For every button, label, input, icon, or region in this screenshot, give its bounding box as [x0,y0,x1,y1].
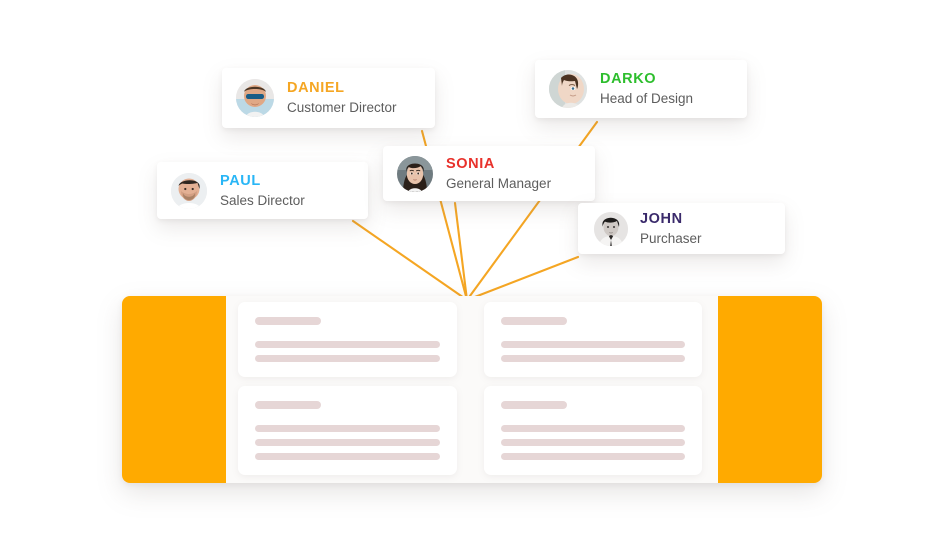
person-role-sonia: General Manager [446,175,552,191]
content-card-bottom-right[interactable] [483,386,702,475]
accent-block-left [122,296,226,483]
placeholder-text-bar [500,355,685,362]
placeholder-text-bar [255,341,440,348]
person-info-sonia: SONIA General Manager [446,156,551,191]
person-card-sonia[interactable]: SONIA General Manager [383,146,595,201]
avatar-daniel [236,79,274,117]
avatar-darko [549,70,587,108]
accent-block-right [718,296,822,483]
placeholder-text-bar [255,439,440,446]
placeholder-text-bar [500,425,685,432]
avatar-paul [171,172,207,209]
placeholder-text-bar [255,425,440,432]
placeholder-text-bar [500,341,685,348]
content-card-top-right[interactable] [483,302,702,377]
person-name-daniel: DANIEL [287,80,345,97]
person-info-john: JOHN Purchaser [640,211,702,246]
avatar-john [594,211,628,246]
placeholder-text-bar [500,439,685,446]
person-role-john: Purchaser [640,230,702,246]
person-info-darko: DARKO Head of Design [600,71,693,106]
content-card-bottom-left[interactable] [238,386,457,475]
placeholder-title-bar [255,401,322,409]
person-name-darko: DARKO [600,71,657,88]
placeholder-text-bar [255,453,440,460]
person-name-sonia: SONIA [446,155,495,172]
placeholder-text-bar [255,355,440,362]
dashboard-panel-body [226,296,718,483]
placeholder-title-bar [500,317,567,325]
person-role-paul: Sales Director [220,192,305,208]
person-role-daniel: Customer Director [287,100,397,116]
person-card-daniel[interactable]: DANIEL Customer Director [222,68,435,128]
org-chart-overlay: DANIEL Customer Director DARKO Head of D… [0,0,942,540]
person-info-daniel: DANIEL Customer Director [287,80,397,115]
person-name-john: JOHN [640,210,683,227]
placeholder-text-bar [500,453,685,460]
person-info-paul: PAUL Sales Director [220,173,305,208]
person-role-darko: Head of Design [600,91,694,107]
connector-paul [351,219,469,302]
content-card-top-left[interactable] [238,302,457,377]
placeholder-title-bar [255,317,322,325]
person-card-darko[interactable]: DARKO Head of Design [535,60,747,118]
avatar-sonia [397,155,433,192]
person-name-paul: PAUL [220,172,261,189]
placeholder-title-bar [500,401,567,409]
dashboard-panel [122,296,822,483]
person-card-paul[interactable]: PAUL Sales Director [157,162,368,219]
connector-sonia [453,201,469,302]
connector-john [465,255,580,302]
person-card-john[interactable]: JOHN Purchaser [578,203,785,254]
